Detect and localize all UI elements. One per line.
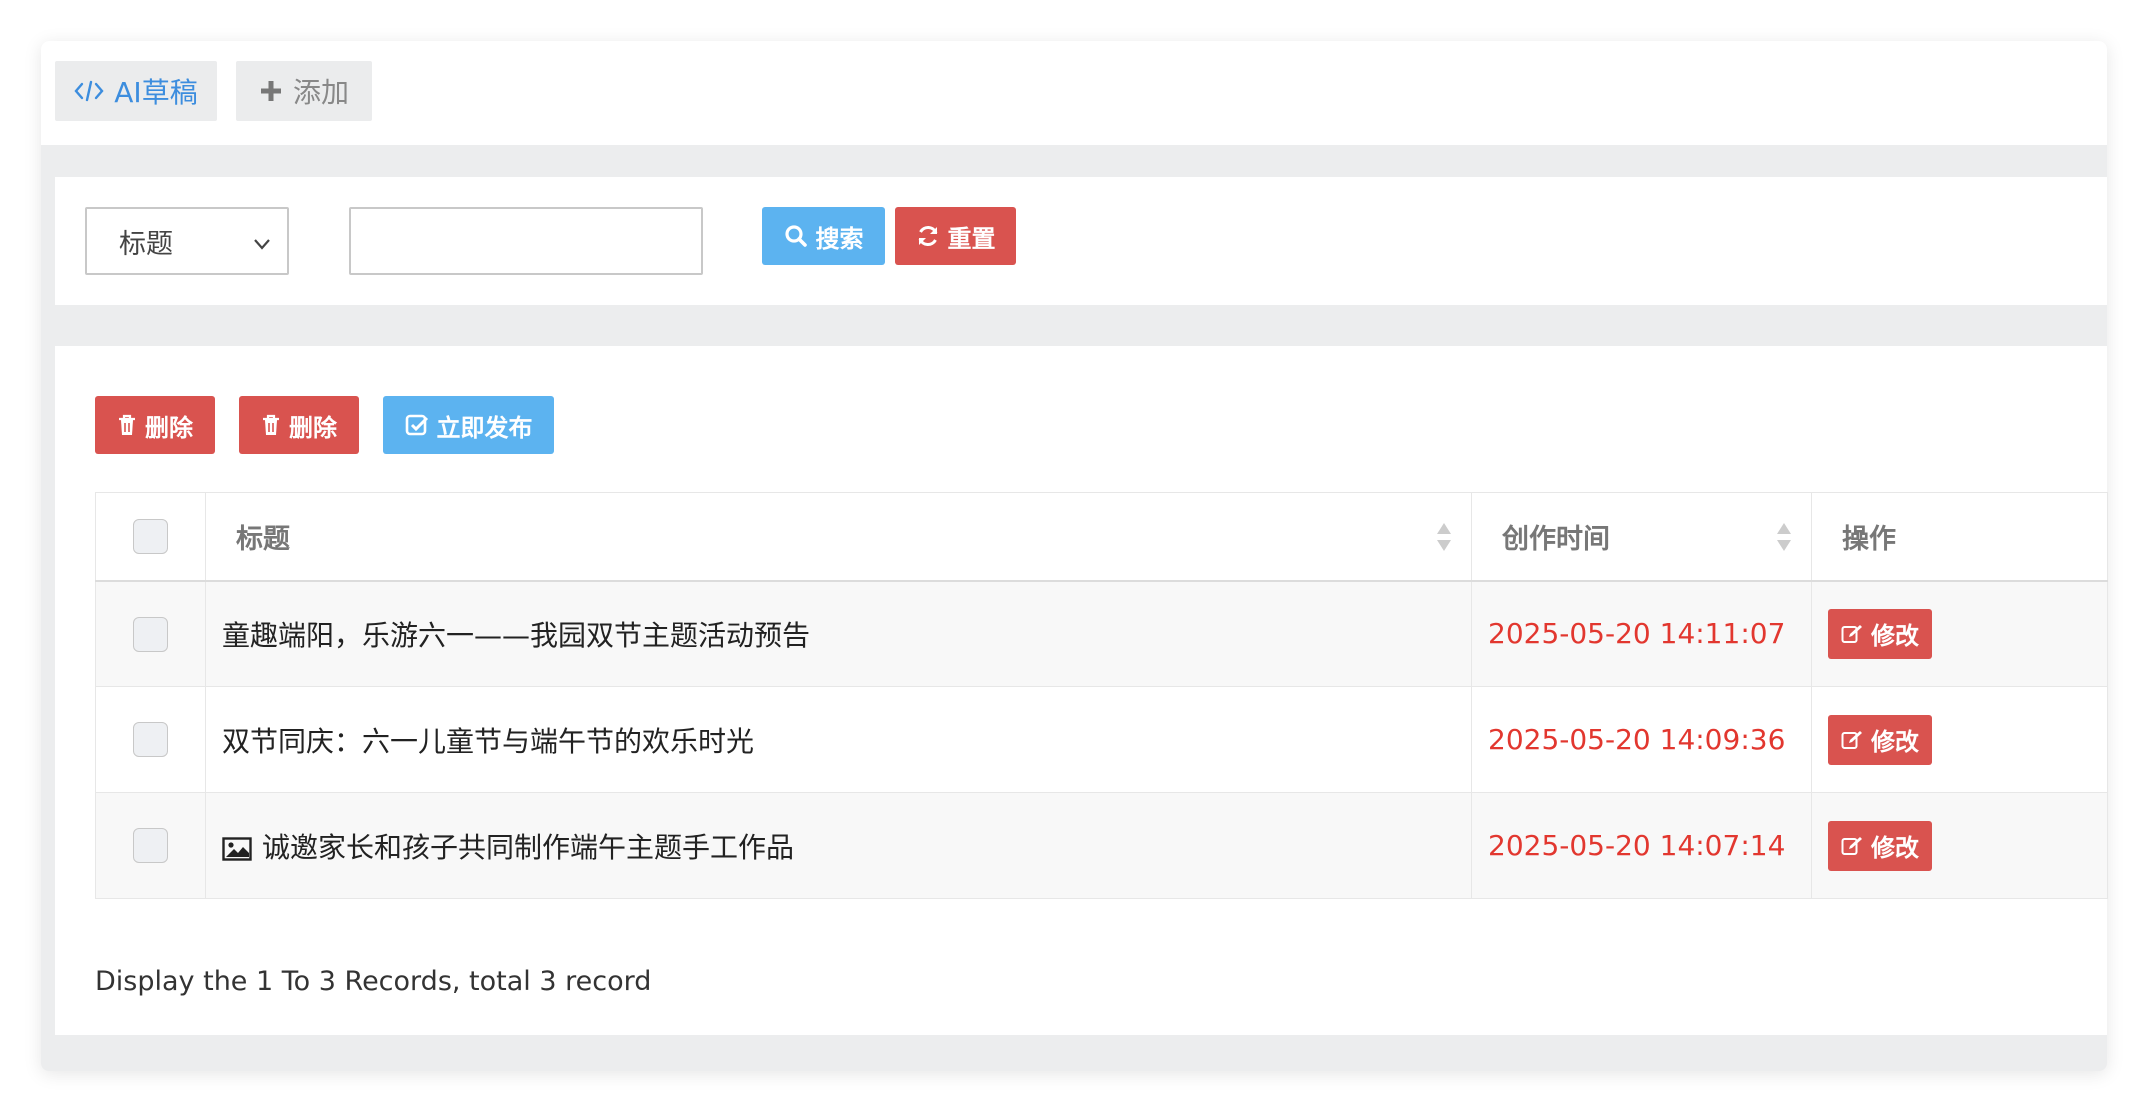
row-checkbox[interactable]: [133, 722, 168, 758]
delete-button[interactable]: 删除: [95, 396, 215, 454]
search-button[interactable]: 搜索: [762, 207, 885, 265]
search-field-select[interactable]: 标题: [85, 207, 289, 275]
edit-label: 修改: [1871, 622, 1919, 651]
search-field-value: 标题: [119, 228, 173, 260]
reset-label: 重置: [947, 224, 996, 253]
articles-table: 标题 创作时间 操作 童趣端阳，乐游六一——我园双节主题活动预告 2025-05…: [95, 492, 2108, 899]
action-cell: 修改: [1811, 580, 2108, 687]
ai-draft-tab[interactable]: AI草稿: [55, 61, 217, 121]
edit-label: 修改: [1871, 728, 1919, 756]
title-cell: 童趣端阳，乐游六一——我园双节主题活动预告: [205, 580, 1472, 687]
app-frame: AI草稿 添加 标题 搜索 重置 删除 删除 立即发布 标题 创作时间 操作 童…: [41, 41, 2108, 1071]
reset-button[interactable]: 重置: [895, 207, 1016, 265]
top-toolbar: AI草稿 添加: [41, 41, 2107, 145]
publish-label: 立即发布: [436, 413, 533, 442]
header-actions-label: 操作: [1842, 523, 1896, 555]
row-time: 2025-05-20 14:09:36: [1488, 723, 1786, 756]
action-cell: 修改: [1811, 686, 2108, 793]
table-header-row: 标题 创作时间 操作: [95, 492, 2108, 582]
title-cell: 双节同庆：六一儿童节与端午节的欢乐时光: [205, 686, 1472, 793]
row-checkbox-cell: [95, 686, 206, 793]
search-icon: [784, 224, 808, 248]
time-cell: 2025-05-20 14:11:07: [1471, 580, 1812, 687]
header-actions: 操作: [1811, 492, 2108, 582]
edit-button[interactable]: 修改: [1828, 714, 1932, 765]
sort-icon[interactable]: [1435, 521, 1453, 560]
row-checkbox-cell: [95, 580, 206, 687]
publish-now-button[interactable]: 立即发布: [383, 396, 554, 454]
table-row: 诚邀家长和孩子共同制作端午主题手工作品 2025-05-20 14:07:14 …: [95, 792, 2108, 899]
code-icon: [74, 79, 104, 103]
header-created-time[interactable]: 创作时间: [1471, 492, 1812, 582]
sort-icon[interactable]: [1775, 521, 1793, 560]
action-cell: 修改: [1811, 792, 2108, 899]
header-title-label: 标题: [236, 523, 290, 555]
row-time: 2025-05-20 14:07:14: [1488, 829, 1786, 862]
delete-label: 删除: [145, 413, 193, 442]
table-row: 双节同庆：六一儿童节与端午节的欢乐时光 2025-05-20 14:09:36 …: [95, 686, 2108, 793]
select-all-cell: [95, 492, 206, 582]
select-all-checkbox[interactable]: [133, 518, 168, 554]
time-cell: 2025-05-20 14:07:14: [1471, 792, 1812, 899]
pagination-summary: Display the 1 To 3 Records, total 3 reco…: [95, 966, 652, 997]
delete-button-2[interactable]: 删除: [239, 396, 359, 454]
edit-icon: [1841, 730, 1863, 750]
time-cell: 2025-05-20 14:09:36: [1471, 686, 1812, 793]
trash-icon: [261, 414, 281, 436]
row-title[interactable]: 诚邀家长和孩子共同制作端午主题手工作品: [262, 831, 794, 864]
search-label: 搜索: [815, 224, 864, 253]
header-time-label: 创作时间: [1502, 523, 1610, 555]
row-checkbox[interactable]: [133, 828, 168, 864]
row-time: 2025-05-20 14:11:07: [1488, 617, 1786, 651]
image-icon: [222, 836, 252, 861]
trash-icon: [117, 414, 137, 436]
chevron-down-icon: [251, 231, 273, 262]
search-input[interactable]: [349, 207, 703, 275]
title-cell: 诚邀家长和孩子共同制作端午主题手工作品: [205, 792, 1472, 899]
plus-icon: [259, 79, 283, 103]
edit-icon: [1841, 836, 1863, 856]
row-title[interactable]: 童趣端阳，乐游六一——我园双节主题活动预告: [222, 619, 810, 652]
search-panel: 标题 搜索 重置: [55, 177, 2107, 305]
header-title[interactable]: 标题: [205, 492, 1472, 582]
row-checkbox-cell: [95, 792, 206, 899]
edit-label: 修改: [1871, 834, 1919, 862]
refresh-icon: [916, 224, 940, 248]
edit-button[interactable]: 修改: [1828, 608, 1932, 659]
row-title[interactable]: 双节同庆：六一儿童节与端午节的欢乐时光: [222, 725, 754, 758]
edit-icon: [1841, 624, 1863, 644]
edit-button[interactable]: 修改: [1828, 820, 1932, 871]
ai-draft-label: AI草稿: [114, 76, 198, 109]
table-row: 童趣端阳，乐游六一——我园双节主题活动预告 2025-05-20 14:11:0…: [95, 580, 2108, 687]
add-button[interactable]: 添加: [236, 61, 372, 121]
list-panel: 删除 删除 立即发布 标题 创作时间 操作 童趣端阳，乐游六一——我园双节主题活…: [55, 346, 2108, 1035]
check-square-icon: [405, 413, 429, 437]
row-checkbox[interactable]: [133, 616, 168, 652]
delete-label-2: 删除: [289, 413, 337, 442]
add-label: 添加: [292, 76, 349, 109]
